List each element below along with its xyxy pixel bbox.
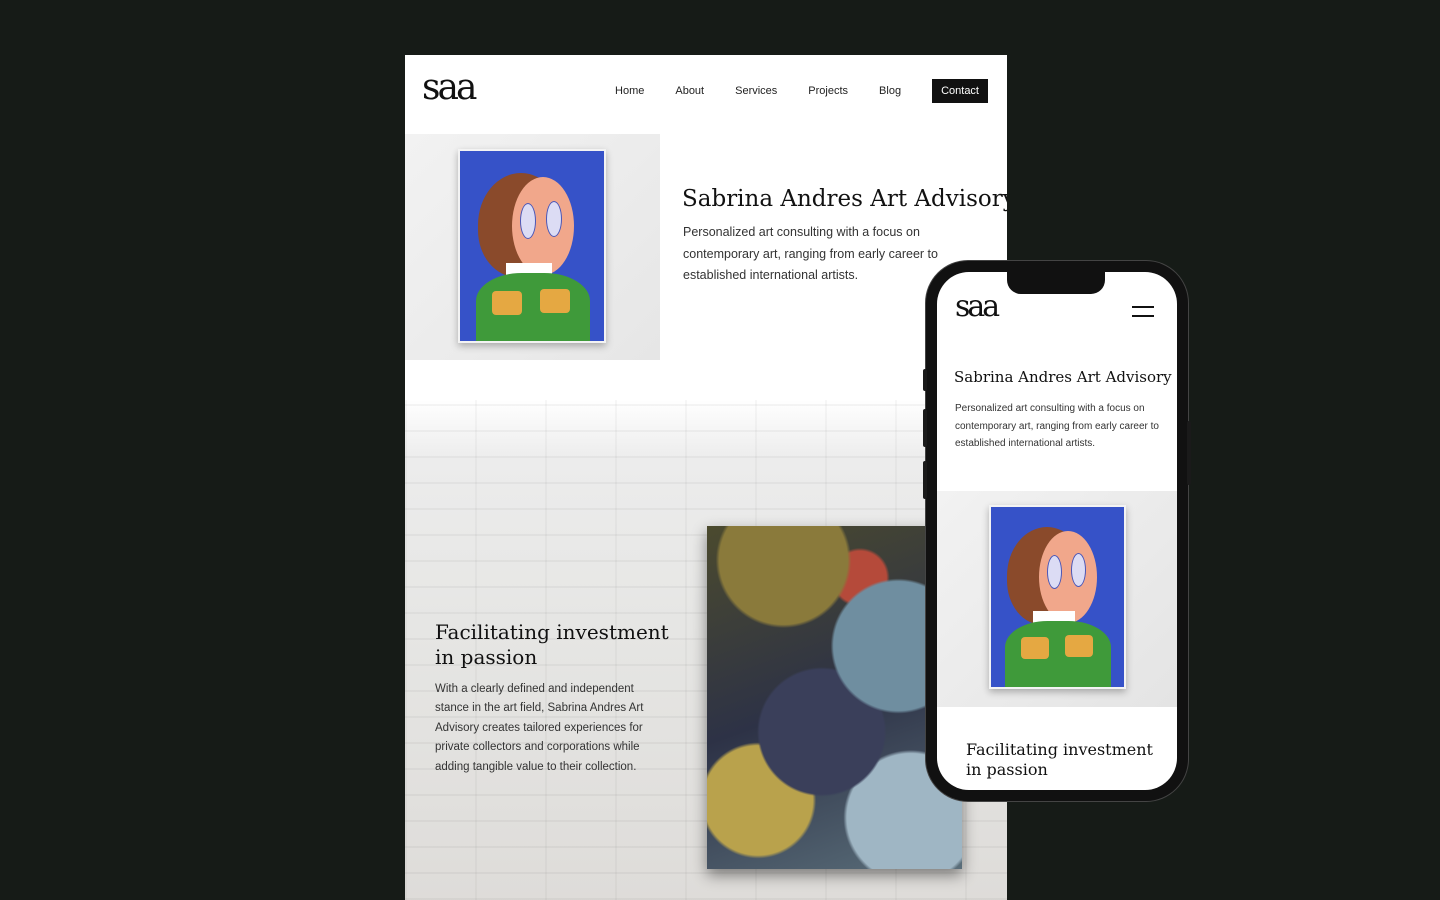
nav-projects[interactable]: Projects: [808, 85, 848, 97]
hero-description: Personalized art consulting with a focus…: [683, 225, 938, 282]
mobile-hero-artwork: [937, 491, 1177, 707]
desktop-mockup: saa Home About Services Projects Blog Co…: [405, 55, 1007, 900]
nav-blog[interactable]: Blog: [879, 85, 901, 97]
mobile-hero-description: Personalized art consulting with a focus…: [955, 403, 1159, 449]
site-logo[interactable]: saa: [422, 70, 477, 106]
abstract-painting: [707, 526, 962, 869]
nav-home[interactable]: Home: [615, 85, 644, 97]
portrait-painting: [458, 149, 606, 343]
section-body: With a clearly defined and independent s…: [435, 683, 644, 773]
section-heading: Facilitating investment in passion: [435, 620, 669, 669]
phone-mockup: saa Sabrina Andres Art Advisory Personal…: [923, 261, 1191, 801]
mobile-section-heading: Facilitating investment in passion: [966, 740, 1153, 779]
nav-services[interactable]: Services: [735, 85, 777, 97]
hamburger-icon[interactable]: [1132, 306, 1154, 318]
hero-title: Sabrina Andres Art Advisory: [682, 186, 1007, 212]
phone-notch: [1007, 272, 1105, 294]
mobile-portrait-painting: [989, 505, 1126, 689]
hero-artwork: [405, 134, 660, 360]
main-nav: Home About Services Projects Blog Contac…: [584, 79, 988, 103]
mobile-logo[interactable]: saa: [955, 292, 1000, 322]
nav-about[interactable]: About: [675, 85, 704, 97]
phone-screen: saa Sabrina Andres Art Advisory Personal…: [937, 272, 1177, 790]
contact-button[interactable]: Contact: [932, 79, 988, 103]
mobile-hero-title: Sabrina Andres Art Advisory: [954, 368, 1172, 386]
